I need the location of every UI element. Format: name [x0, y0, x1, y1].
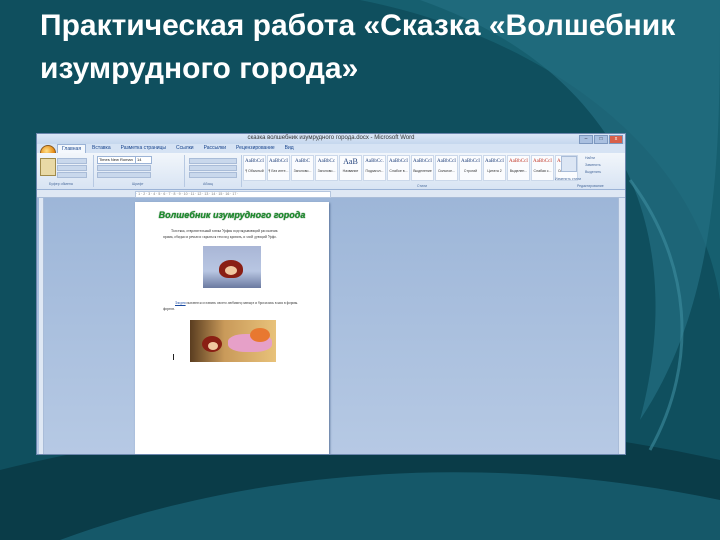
ruler-scale: · 1 · 2 · 3 · 4 · 5 · 6 · 7 · 8 · 9 · 10…	[135, 191, 331, 198]
select-button[interactable]: Выделить	[585, 170, 601, 174]
horizontal-ruler[interactable]: · 1 · 2 · 3 · 4 · 5 · 6 · 7 · 8 · 9 · 10…	[37, 190, 625, 198]
tab-references[interactable]: Ссылки	[172, 144, 198, 153]
replace-button[interactable]: Заменить	[585, 163, 601, 167]
word-window-title: сказка волшебник изумрудного города.docx…	[247, 135, 415, 141]
tab-mailings[interactable]: Рассылки	[200, 144, 230, 153]
style-subtle-reference[interactable]: AaBbCcI Слабая с...	[531, 155, 554, 181]
maximize-button[interactable]: □	[594, 135, 608, 144]
text-cursor	[173, 354, 174, 360]
style-heading-1[interactable]: AaBbC Заголово...	[291, 155, 314, 181]
format-painter-button[interactable]	[57, 172, 87, 178]
ribbon-tabs: Главная Вставка Разметка страницы Ссылки…	[37, 144, 625, 153]
document-heading: Волшебник изумрудного города	[158, 210, 306, 220]
villains-link-text: Злодеи	[175, 301, 186, 305]
paragraph-group: Абзац	[185, 155, 242, 187]
style-heading-2[interactable]: AaBbCc Заголово...	[315, 155, 338, 181]
document-paragraph-1b: прима, обидно и речью и скрыться тем под…	[163, 235, 277, 239]
tab-review[interactable]: Рецензирование	[232, 144, 279, 153]
vertical-scrollbar[interactable]	[618, 198, 625, 454]
slide-title: Практическая работа «Сказка «Волшебник и…	[40, 9, 676, 85]
styles-gallery: AaBbCcI ¶ Обычный AaBbCcI ¶ Без инте... Aa…	[243, 155, 578, 181]
window-controls: – □ x	[579, 135, 623, 144]
style-normal[interactable]: AaBbCcI ¶ Обычный	[243, 155, 266, 181]
find-button[interactable]: Найти	[585, 156, 595, 160]
style-title[interactable]: AaB Название	[339, 155, 362, 181]
illustration-picture-2[interactable]	[190, 320, 276, 362]
word-window-screenshot: сказка волшебник изумрудного города.docx…	[36, 133, 626, 455]
tab-view[interactable]: Вид	[281, 144, 298, 153]
align-buttons[interactable]	[189, 165, 237, 171]
editing-group-label: Редактирование	[577, 184, 604, 188]
paragraph-group-label: Абзац	[203, 182, 213, 186]
spacing-buttons[interactable]	[189, 172, 237, 178]
document-paragraph-2b: фортов.	[163, 307, 175, 311]
style-emphasis[interactable]: AaBbCcI Выделение	[411, 155, 434, 181]
clipboard-group: Буфер обмена	[37, 155, 94, 187]
minimize-button[interactable]: –	[579, 135, 593, 144]
font-format-buttons[interactable]	[97, 165, 151, 171]
style-intense-emphasis[interactable]: AaBbCcI Сильное...	[435, 155, 458, 181]
tab-home[interactable]: Главная	[57, 144, 87, 153]
change-styles-label: Изменить стили	[555, 177, 582, 181]
style-strong[interactable]: AaBbCcI Строгий	[459, 155, 482, 181]
style-no-spacing[interactable]: AaBbCcI ¶ Без инте...	[267, 155, 290, 181]
styles-group-label: Стили	[417, 184, 428, 188]
style-intense-quote[interactable]: AaBbCcI Выделен...	[507, 155, 530, 181]
style-subtitle[interactable]: AaBbCc. Подзагол...	[363, 155, 386, 181]
list-buttons[interactable]	[189, 158, 237, 164]
change-styles-icon[interactable]	[561, 156, 577, 172]
word-title-bar: сказка волшебник изумрудного города.docx…	[37, 134, 625, 144]
document-area: Волшебник изумрудного города Толстяка, о…	[37, 198, 625, 454]
clipboard-group-label: Буфер обмена	[49, 182, 73, 186]
close-button[interactable]: x	[609, 135, 623, 144]
font-color-buttons[interactable]	[97, 172, 151, 178]
tab-insert[interactable]: Вставка	[88, 144, 115, 153]
paste-icon[interactable]	[40, 158, 56, 176]
font-group-label: Шрифт	[132, 182, 144, 186]
illustration-picture-1[interactable]	[203, 246, 261, 288]
font-name-select[interactable]: Times New Roman	[97, 156, 136, 164]
cut-button[interactable]	[57, 158, 87, 164]
copy-button[interactable]	[57, 165, 87, 171]
style-subtle-emphasis[interactable]: AaBbCcI Слабое в...	[387, 155, 410, 181]
vertical-ruler[interactable]	[39, 198, 44, 454]
ribbon: Буфер обмена Шрифт Times New Roman 14 Аб…	[37, 153, 625, 190]
style-quote-2[interactable]: AaBbCcI Цитата 2	[483, 155, 506, 181]
document-page[interactable]: Волшебник изумрудного города Толстяка, о…	[135, 202, 329, 454]
font-size-select[interactable]: 14	[135, 156, 152, 164]
tab-page-layout[interactable]: Разметка страницы	[117, 144, 170, 153]
